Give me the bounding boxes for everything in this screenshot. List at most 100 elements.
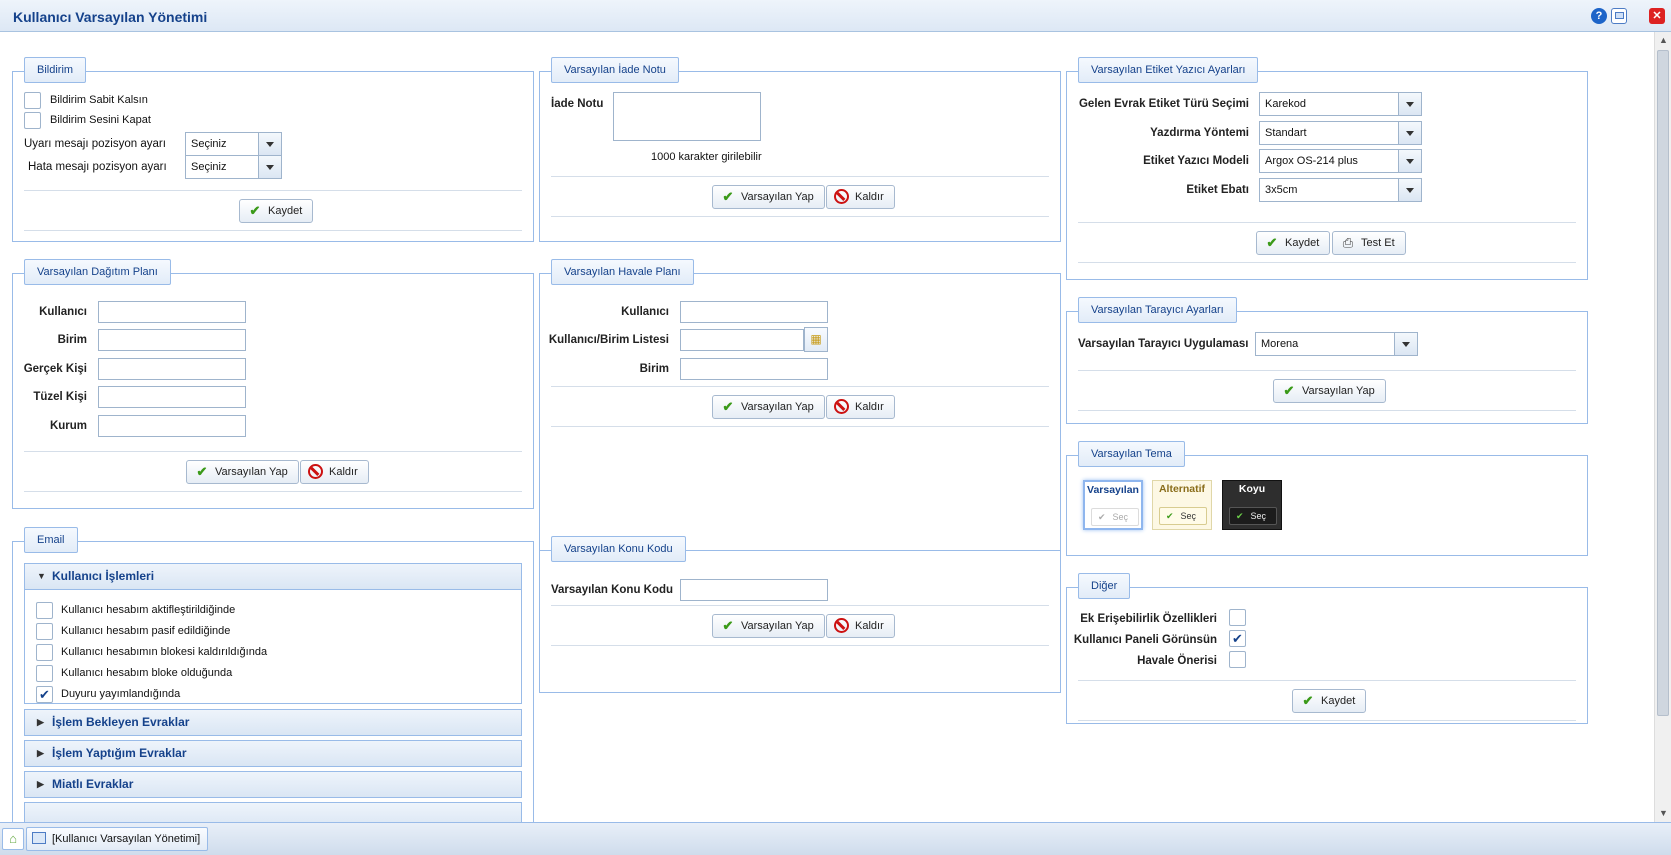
vertical-scrollbar[interactable]: ▲ ▼ xyxy=(1654,32,1671,822)
theme-select-button[interactable]: ✔ Seç xyxy=(1091,508,1139,526)
havale-kullanici-input[interactable] xyxy=(680,301,828,323)
bildirim-button-bar: ✔ Kaydet xyxy=(24,190,522,231)
tree-picker-icon[interactable]: ▦ xyxy=(804,327,828,352)
dagitim-button-bar: ✔ Varsayılan Yap Kaldır xyxy=(24,451,522,492)
etiket-button-bar: ✔ Kaydet ⎙ Test Et xyxy=(1078,222,1576,263)
taskbar-window-item[interactable]: [Kullanıcı Varsayılan Yönetimi] xyxy=(26,827,208,851)
etiket-yontem-value: Standart xyxy=(1265,127,1307,139)
bildirim-sabit-checkbox[interactable] xyxy=(24,92,41,109)
diger-legend: Diğer xyxy=(1078,573,1131,599)
theme-card-koyu[interactable]: Koyu ✔ Seç xyxy=(1222,480,1282,530)
bildirim-sabit-label: Bildirim Sabit Kalsın xyxy=(50,94,148,106)
theme-card-alternatif[interactable]: Alternatif ✔ Seç xyxy=(1152,480,1212,530)
scroll-down-icon[interactable]: ▼ xyxy=(1659,808,1668,818)
accordion-islem-bekleyen[interactable]: ▶ İşlem Bekleyen Evraklar xyxy=(24,709,522,736)
chevron-down-icon[interactable] xyxy=(258,156,281,178)
chevron-down-icon[interactable] xyxy=(1394,333,1417,355)
chevron-down-icon[interactable] xyxy=(1398,150,1421,172)
accordion-islem-yaptigim[interactable]: ▶ İşlem Yaptığım Evraklar xyxy=(24,740,522,767)
etiket-test-button[interactable]: ⎙ Test Et xyxy=(1332,231,1406,255)
button-label: Kaldır xyxy=(855,191,884,203)
panel-checkbox-checked[interactable]: ✔ xyxy=(1229,630,1246,647)
email-item-checkbox[interactable] xyxy=(36,623,53,640)
chevron-down-icon[interactable] xyxy=(1398,93,1421,115)
chevron-down-icon[interactable] xyxy=(1398,179,1421,201)
dagitim-kullanici-input[interactable] xyxy=(98,301,246,323)
konu-kodu-input[interactable] xyxy=(680,579,828,601)
havale-button-bar: ✔ Varsayılan Yap Kaldır xyxy=(551,386,1049,427)
konu-remove-button[interactable]: Kaldır xyxy=(826,614,895,638)
etiket-save-button[interactable]: ✔ Kaydet xyxy=(1256,231,1331,255)
button-label: Varsayılan Yap xyxy=(741,620,814,632)
dagitim-birim-input[interactable] xyxy=(98,329,246,351)
accordion-title: Kullanıcı İşlemleri xyxy=(52,569,155,583)
theme-select-button[interactable]: ✔ Seç xyxy=(1229,507,1277,525)
havale-set-default-button[interactable]: ✔ Varsayılan Yap xyxy=(712,395,825,419)
havale-liste-input[interactable] xyxy=(680,329,804,351)
iade-set-default-button[interactable]: ✔ Varsayılan Yap xyxy=(712,185,825,209)
havale-birim-input[interactable] xyxy=(680,358,828,380)
chevron-down-icon[interactable] xyxy=(1398,122,1421,144)
help-icon[interactable]: ? xyxy=(1591,8,1607,24)
check-icon: ✔ xyxy=(722,618,734,633)
accordion-kullanici-islemleri[interactable]: ▼ Kullanıcı İşlemleri xyxy=(24,563,522,590)
etiket-tur-select[interactable]: Karekod xyxy=(1259,92,1422,116)
theme-card-varsayilan[interactable]: Varsayılan ✔ Seç xyxy=(1083,480,1143,530)
check-icon: ✔ xyxy=(196,464,208,479)
chevron-down-icon[interactable] xyxy=(258,133,281,155)
bildirim-ses-checkbox[interactable] xyxy=(24,112,41,129)
etiket-ebat-select[interactable]: 3x5cm xyxy=(1259,178,1422,202)
button-label: Kaydet xyxy=(1285,237,1320,249)
theme-name: Varsayılan xyxy=(1087,484,1139,496)
theme-select-button[interactable]: ✔ Seç xyxy=(1159,507,1207,525)
hata-pozisyon-select[interactable]: Seçiniz xyxy=(185,155,282,179)
scroll-up-icon[interactable]: ▲ xyxy=(1659,35,1668,45)
havale-onerisi-checkbox[interactable] xyxy=(1229,651,1246,668)
konu-set-default-button[interactable]: ✔ Varsayılan Yap xyxy=(712,614,825,638)
button-label: Varsayılan Yap xyxy=(215,466,288,478)
diger-save-button[interactable]: ✔ Kaydet xyxy=(1292,689,1367,713)
triangle-down-icon: ▼ xyxy=(37,571,46,581)
accordion-title: Miatlı Evraklar xyxy=(52,777,134,791)
email-item-checkbox[interactable] xyxy=(36,644,53,661)
dagitim-set-default-button[interactable]: ✔ Varsayılan Yap xyxy=(186,460,299,484)
home-icon[interactable]: ⌂ xyxy=(2,828,24,850)
dagitim-gercek-label: Gerçek Kişi xyxy=(23,363,87,375)
havale-remove-button[interactable]: Kaldır xyxy=(826,395,895,419)
uyari-pozisyon-value: Seçiniz xyxy=(191,138,227,150)
dagitim-gercek-input[interactable] xyxy=(98,358,246,380)
iade-remove-button[interactable]: Kaldır xyxy=(826,185,895,209)
accordion-miatli[interactable]: ▶ Miatlı Evraklar xyxy=(24,771,522,798)
email-item-checkbox[interactable] xyxy=(36,602,53,619)
dagitim-birim-label: Birim xyxy=(57,334,87,346)
hata-pozisyon-label: Hata mesajı pozisyon ayarı xyxy=(28,161,167,173)
erisim-checkbox[interactable] xyxy=(1229,609,1246,626)
scrollbar-thumb[interactable] xyxy=(1657,50,1669,716)
accordion-next[interactable] xyxy=(24,802,522,822)
bildirim-save-button[interactable]: ✔ Kaydet xyxy=(239,199,314,223)
dagitim-tuzel-input[interactable] xyxy=(98,386,246,408)
email-item-checkbox-checked[interactable]: ✔ xyxy=(36,686,53,703)
uyari-pozisyon-select[interactable]: Seçiniz xyxy=(185,132,282,156)
button-label: Test Et xyxy=(1361,237,1395,249)
dagitim-legend: Varsayılan Dağıtım Planı xyxy=(24,259,171,285)
tarayici-legend: Varsayılan Tarayıcı Ayarları xyxy=(1078,297,1237,323)
button-label: Varsayılan Yap xyxy=(741,401,814,413)
diger-fieldset: Diğer Ek Erişebilirlik Özellikleri Kulla… xyxy=(1066,573,1588,724)
close-icon[interactable]: ✕ xyxy=(1649,8,1665,24)
iade-notu-textarea[interactable] xyxy=(613,92,761,141)
email-item-label: Duyuru yayımlandığında xyxy=(61,688,181,700)
etiket-yontem-select[interactable]: Standart xyxy=(1259,121,1422,145)
etiket-model-select[interactable]: Argox OS-214 plus xyxy=(1259,149,1422,173)
button-label: Seç xyxy=(1112,512,1128,522)
havale-kullanici-label: Kullanıcı xyxy=(621,306,669,318)
tarayici-set-default-button[interactable]: ✔ Varsayılan Yap xyxy=(1273,379,1386,403)
diger-button-bar: ✔ Kaydet xyxy=(1078,680,1576,721)
tarayici-select[interactable]: Morena xyxy=(1255,332,1418,356)
email-item-checkbox[interactable] xyxy=(36,665,53,682)
check-icon: ✔ xyxy=(1266,235,1278,250)
dagitim-kurum-input[interactable] xyxy=(98,415,246,437)
dagitim-remove-button[interactable]: Kaldır xyxy=(300,460,369,484)
restore-icon[interactable] xyxy=(1611,8,1627,24)
iade-button-bar: ✔ Varsayılan Yap Kaldır xyxy=(551,176,1049,217)
